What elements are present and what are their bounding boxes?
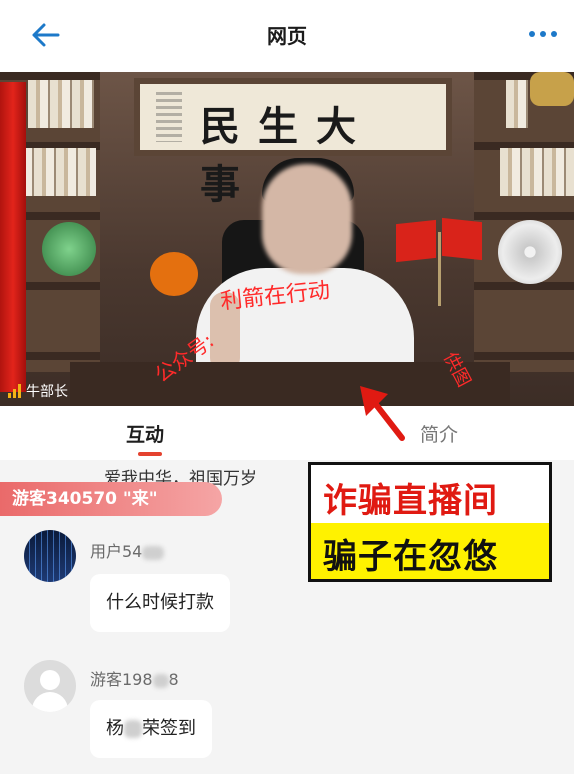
- jade-ornament: [42, 222, 96, 276]
- more-dots-icon[interactable]: [526, 22, 560, 46]
- host-name: 牛部长: [26, 384, 68, 400]
- tab-active-indicator: [138, 452, 162, 456]
- host-badge: 牛部长: [4, 380, 74, 402]
- tab-interact[interactable]: 互动: [126, 420, 164, 447]
- jade-disc: [498, 220, 562, 284]
- avatar[interactable]: [24, 530, 76, 582]
- desk-flags: [396, 217, 486, 306]
- deer-ornament: [148, 222, 202, 296]
- calligraphy-frame: 民生大事: [134, 78, 452, 208]
- scam-warning-highlight: 骗子在忽悠: [311, 523, 549, 579]
- chat-area: 爱我中华，祖国万岁 游客340570 "来" 用户54 什么时候打款 游客198…: [0, 460, 574, 774]
- tab-bar: 互动 简介: [0, 406, 574, 460]
- chat-bubble: 杨荣签到: [90, 700, 212, 758]
- live-video[interactable]: 民生大事 公众号: 利箭在行动 供图 牛部长: [0, 72, 574, 406]
- books: [28, 80, 94, 128]
- books: [506, 80, 528, 128]
- top-bar: 网页: [0, 0, 574, 72]
- scam-warning-annotation: 诈骗直播间 骗子在忽悠: [308, 462, 552, 582]
- chat-username: 游客198 8: [90, 670, 179, 689]
- default-avatar-icon[interactable]: [24, 660, 76, 712]
- scam-warning-line1: 诈骗直播间: [323, 481, 498, 521]
- books: [500, 148, 574, 196]
- signal-bars-icon: [8, 384, 22, 398]
- presenter-face-blurred: [262, 164, 352, 274]
- page-title: 网页: [267, 24, 307, 48]
- horse-statue: [530, 72, 574, 106]
- red-flag: [0, 82, 26, 392]
- blurred-text: [124, 720, 142, 738]
- blurred-text: [142, 545, 165, 560]
- chat-bubble: 什么时候打款: [90, 574, 230, 632]
- visitor-join-banner: 游客340570 "来": [0, 482, 222, 516]
- calligraphy-inscription: [156, 92, 182, 142]
- chat-username: 用户54: [90, 538, 165, 562]
- red-arrow-icon: [360, 386, 405, 441]
- blurred-text: [152, 673, 169, 688]
- tab-intro[interactable]: 简介: [420, 420, 458, 447]
- scam-warning-line2: 骗子在忽悠: [323, 537, 498, 577]
